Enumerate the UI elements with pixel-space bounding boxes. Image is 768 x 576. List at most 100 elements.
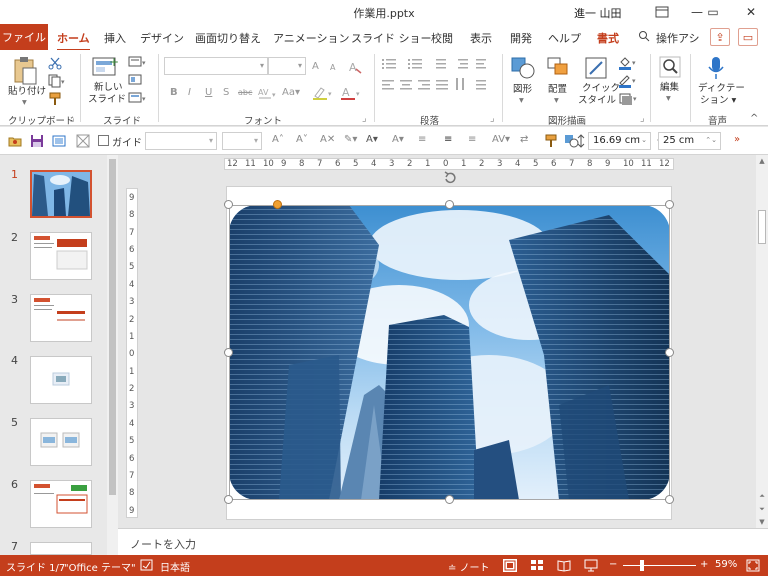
format-painter-icon[interactable] [48, 92, 62, 109]
char-spacing-icon[interactable]: AV ▾ [258, 86, 278, 103]
paste-dropdown-icon[interactable]: ▾ [22, 97, 27, 108]
clipboard-launcher-icon[interactable]: ⌟ [70, 113, 75, 124]
change-case-icon[interactable]: Aa▾ [282, 87, 300, 98]
resize-handle-right[interactable] [665, 348, 674, 357]
slide-thumbnail-6[interactable] [30, 480, 92, 528]
shadow-icon[interactable]: S [223, 87, 229, 98]
user-name[interactable]: 進一 山田 [574, 5, 622, 21]
previous-slide-icon[interactable]: ⏶ [756, 490, 768, 502]
italic-icon[interactable]: I [188, 87, 191, 98]
copy-icon[interactable]: ▾ [48, 74, 66, 91]
comment-icon[interactable]: ▭ [738, 28, 758, 46]
resize-handle-top[interactable] [445, 200, 454, 209]
tab-help[interactable]: ヘルプ [548, 30, 581, 46]
tab-home[interactable]: ホーム [57, 30, 90, 51]
zoom-slider-thumb[interactable] [640, 560, 644, 571]
spacing-small-icon[interactable]: AV▾ [492, 134, 510, 145]
width-spinner-icon[interactable]: ⌃⌄ [705, 132, 717, 148]
resize-handle-bottom[interactable] [445, 495, 454, 504]
font-face-combo[interactable]: ▾ [145, 132, 217, 150]
editing-button[interactable]: 編集 [660, 82, 679, 93]
shapes-button[interactable]: 図形 [513, 84, 532, 95]
shrink-font-small-icon[interactable]: A˅ [296, 134, 308, 145]
collapse-ribbon-icon[interactable]: ^ [750, 113, 758, 124]
shrink-font-icon[interactable]: A [330, 63, 335, 72]
tab-transitions[interactable]: 画面切り替え [195, 30, 261, 46]
language-indicator[interactable]: 日本語 [160, 559, 190, 574]
underline-icon[interactable]: U [205, 87, 212, 98]
new-slide-label-1[interactable]: 新しい [94, 82, 123, 93]
tab-view[interactable]: 表示 [470, 30, 492, 46]
arrange-button[interactable]: 配置 [548, 84, 567, 95]
gridlines-icon[interactable] [76, 134, 90, 148]
zoom-out-button[interactable]: − [609, 559, 617, 570]
slide-thumbnail-2[interactable] [30, 232, 92, 280]
guide-checkbox[interactable] [98, 135, 109, 146]
drawing-launcher-icon[interactable]: ⌟ [640, 113, 645, 124]
tab-review[interactable]: 校閲 [431, 30, 453, 46]
shapes-icon[interactable] [510, 56, 536, 83]
section-icon[interactable]: ▾ [128, 92, 148, 107]
clear-format-small-icon[interactable]: A✕ [320, 134, 335, 145]
grow-font-small-icon[interactable]: A˄ [272, 134, 284, 145]
shape-outline-icon[interactable]: ▾ [618, 74, 638, 91]
resize-handle-top-right[interactable] [665, 200, 674, 209]
find-icon[interactable] [659, 56, 681, 81]
notes-toggle[interactable]: ≐ ノート [448, 559, 490, 574]
slide-thumbnail-7[interactable] [30, 542, 92, 555]
editing-dropdown-icon[interactable]: ▾ [666, 93, 671, 104]
slide-thumbnail-5[interactable] [30, 418, 92, 466]
tab-file[interactable]: ファイル [0, 24, 48, 50]
font-size-box[interactable]: ▾ [222, 132, 262, 150]
font-size-combo[interactable]: ▾ [268, 57, 306, 75]
shape-width-input[interactable]: 25 cm ⌃⌄ [658, 132, 721, 150]
tab-format[interactable]: 書式 [597, 30, 619, 46]
open-folder-icon[interactable] [8, 134, 22, 148]
tab-developer[interactable]: 開発 [510, 30, 532, 46]
slideshow-icon[interactable] [584, 559, 598, 572]
quick-styles-label-1[interactable]: クイック [582, 83, 620, 94]
restore-button[interactable]: ▭ [696, 0, 730, 24]
resize-handle-left[interactable] [224, 348, 233, 357]
format-painter-small-icon[interactable] [544, 134, 558, 148]
save-icon[interactable] [30, 134, 44, 148]
layout-icon[interactable]: ▾ [128, 56, 148, 71]
slide-vertical-scrollbar[interactable]: ▲ ⏶ ⏷ ▼ [756, 155, 768, 528]
dictate-label-2[interactable]: ション ▾ [700, 95, 736, 106]
font-launcher-icon[interactable]: ⌟ [362, 113, 367, 124]
slide-thumbnail-3[interactable] [30, 294, 92, 342]
paragraph-icons[interactable] [380, 56, 496, 111]
notes-pane[interactable]: ノートを入力 [118, 528, 768, 555]
normal-view-icon[interactable] [503, 559, 517, 572]
reading-view-icon[interactable] [557, 559, 571, 572]
slide-thumbnail-4[interactable] [30, 356, 92, 404]
accessibility-icon[interactable] [140, 559, 154, 572]
cut-icon[interactable] [48, 56, 62, 73]
next-slide-icon[interactable]: ⏷ [756, 503, 768, 515]
clear-format-icon[interactable]: A [348, 60, 362, 77]
paragraph-launcher-icon[interactable]: ⌟ [490, 113, 495, 124]
paste-icon[interactable] [12, 56, 38, 89]
slide-thumbnail-1[interactable] [30, 170, 92, 218]
toolbar-overflow-icon[interactable]: » [734, 134, 740, 145]
thumbnail-scrollbar[interactable] [107, 155, 118, 556]
zoom-slider-track[interactable] [623, 565, 696, 566]
grow-font-icon[interactable]: A [312, 61, 319, 72]
slide-sorter-icon[interactable] [530, 559, 544, 572]
height-spinner-icon[interactable]: ⌃⌄ [635, 132, 647, 148]
new-slide-icon[interactable]: + [92, 55, 119, 83]
direction-small-icon[interactable]: ⇄ [520, 134, 528, 145]
font-name-combo[interactable]: ▾ [164, 57, 268, 75]
new-slide-label-2[interactable]: スライド [88, 94, 126, 105]
tab-search[interactable]: 操作アシ [656, 30, 700, 46]
quick-styles-icon[interactable] [584, 56, 610, 83]
ribbon-display-icon[interactable] [645, 0, 679, 24]
scroll-down-icon[interactable]: ▼ [756, 516, 768, 528]
align-left-small-icon[interactable]: ≡ [418, 134, 426, 145]
paste-button[interactable]: 貼り付け [8, 86, 46, 97]
align-center-small-icon[interactable]: ≡ [444, 134, 452, 145]
shapes-dropdown-icon[interactable]: ▾ [519, 95, 524, 106]
slide-scroll-thumb[interactable] [758, 210, 766, 244]
microphone-icon[interactable] [708, 56, 724, 83]
font-color-small-icon[interactable]: A▾ [366, 134, 378, 145]
